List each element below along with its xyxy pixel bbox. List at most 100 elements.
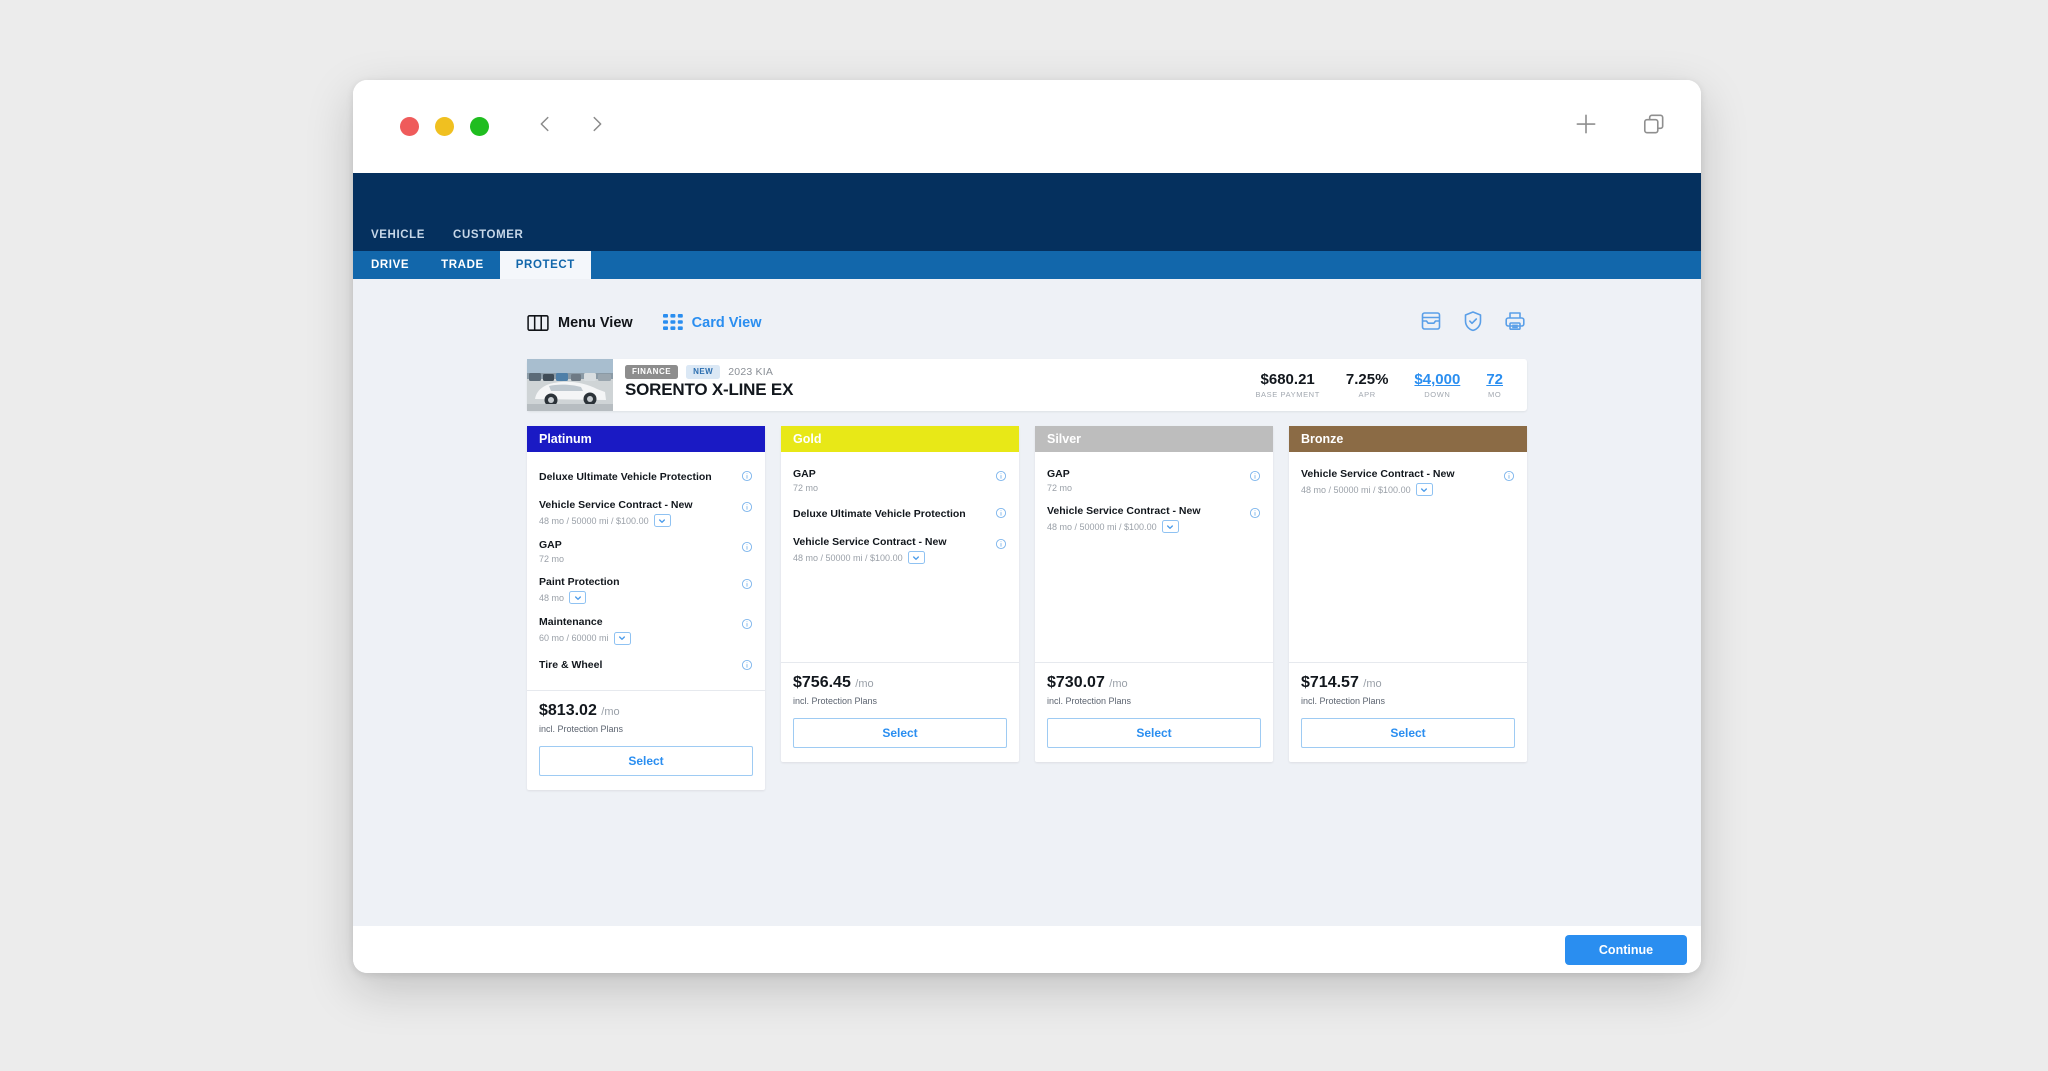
plan-item-terms: 72 mo bbox=[793, 483, 987, 493]
info-icon[interactable] bbox=[1503, 470, 1515, 482]
plan-price-value: $813.02 bbox=[539, 701, 597, 719]
plan-item-terms-text: 72 mo bbox=[1047, 483, 1073, 494]
plan-select-button[interactable]: Select bbox=[1047, 718, 1261, 748]
secondary-tabs: DRIVE TRADE PROTECT bbox=[353, 251, 1701, 279]
plan-term-dropdown[interactable] bbox=[1415, 483, 1433, 497]
card-view-toggle[interactable]: Card View bbox=[662, 314, 762, 332]
continue-button[interactable]: Continue bbox=[1565, 934, 1687, 965]
info-icon[interactable] bbox=[741, 618, 753, 630]
plan-item-info-button[interactable] bbox=[995, 505, 1007, 524]
info-icon[interactable] bbox=[995, 507, 1007, 519]
plan-term-dropdown[interactable] bbox=[569, 591, 587, 605]
plan-item-info-button[interactable] bbox=[995, 536, 1007, 555]
primary-tabs: VEHICLE CUSTOMER bbox=[353, 225, 537, 245]
show-tabs-button[interactable] bbox=[1641, 111, 1667, 142]
plan-item-terms: 72 mo bbox=[539, 554, 733, 564]
vehicle-year-make: 2023 KIA bbox=[728, 365, 774, 378]
plan-term-dropdown[interactable] bbox=[907, 551, 925, 565]
new-tab-button[interactable] bbox=[1573, 111, 1599, 142]
plan-item-info-button[interactable] bbox=[1249, 468, 1261, 487]
tab-customer[interactable]: CUSTOMER bbox=[439, 225, 537, 245]
plan-item-text: Tire & Wheel bbox=[539, 659, 741, 672]
plan-item-terms: 48 mo bbox=[539, 591, 733, 605]
plan-item-text: Vehicle Service Contract - New 48 mo / 50… bbox=[1301, 468, 1503, 497]
plan-price-note: incl. Protection Plans bbox=[539, 723, 624, 734]
window-controls bbox=[400, 117, 489, 136]
plan-select-button[interactable]: Select bbox=[539, 745, 753, 776]
page-content: Menu View Card View FINANCE NEW 2023 KIA… bbox=[353, 279, 1701, 926]
plan-item-info-button[interactable] bbox=[741, 657, 753, 676]
info-icon[interactable] bbox=[741, 659, 753, 671]
plan-item-info-button[interactable] bbox=[995, 468, 1007, 487]
plan-price-value: $714.57 bbox=[1301, 674, 1359, 691]
plan-item-title: Deluxe Ultimate Vehicle Protection bbox=[539, 470, 712, 483]
plan-item: Deluxe Ultimate Vehicle Protection bbox=[793, 499, 1007, 530]
down-value[interactable]: $4,000 bbox=[1414, 371, 1460, 388]
menu-view-toggle[interactable]: Menu View bbox=[527, 314, 633, 332]
plan-item-title: Tire & Wheel bbox=[539, 659, 603, 672]
info-icon[interactable] bbox=[741, 470, 753, 482]
plan-item-text: Deluxe Ultimate Vehicle Protection bbox=[793, 508, 995, 521]
plan-card-gold: Gold GAP 72 mo Deluxe Ultimate Vehicle Prot… bbox=[781, 426, 1019, 762]
close-window-button[interactable] bbox=[400, 117, 419, 136]
info-icon[interactable] bbox=[995, 470, 1007, 482]
plan-term-dropdown[interactable] bbox=[613, 631, 631, 645]
plan-item-terms-text: 72 mo bbox=[539, 554, 565, 565]
plan-item: Vehicle Service Contract - New 48 mo / 50… bbox=[1047, 499, 1261, 539]
plan-item-title: Vehicle Service Contract - New bbox=[793, 536, 947, 549]
apr-label: APR bbox=[1358, 390, 1376, 399]
term-value[interactable]: 72 bbox=[1486, 371, 1503, 388]
info-icon[interactable] bbox=[741, 501, 753, 513]
plan-item-info-button[interactable] bbox=[741, 576, 753, 595]
print-button[interactable] bbox=[1503, 309, 1527, 338]
vehicle-summary-bar: FINANCE NEW 2023 KIA SORENTO X-LINE EX $… bbox=[527, 359, 1527, 411]
stat-down[interactable]: $4,000 DOWN bbox=[1414, 371, 1460, 399]
plan-item-terms-text: 48 mo / 50000 mi / $100.00 bbox=[1047, 521, 1157, 532]
plan-item-info-button[interactable] bbox=[1503, 468, 1515, 487]
plan-term-dropdown[interactable] bbox=[653, 514, 671, 528]
plan-item-info-button[interactable] bbox=[741, 539, 753, 558]
minimize-window-button[interactable] bbox=[435, 117, 454, 136]
plan-item-info-button[interactable] bbox=[741, 499, 753, 518]
back-button[interactable] bbox=[534, 113, 556, 140]
plan-item-info-button[interactable] bbox=[1249, 505, 1261, 524]
plan-item: Vehicle Service Contract - New 48 mo / 50… bbox=[1301, 462, 1515, 502]
card-view-label: Card View bbox=[691, 315, 762, 331]
plus-icon bbox=[1576, 114, 1596, 134]
info-icon[interactable] bbox=[741, 578, 753, 590]
plan-item-title: Vehicle Service Contract - New bbox=[1047, 505, 1201, 518]
deal-stats: $680.21 BASE PAYMENT 7.25% APR $4,000 DO… bbox=[1255, 359, 1527, 411]
plan-price-period: /mo bbox=[855, 678, 874, 690]
condition-badge: NEW bbox=[686, 364, 721, 379]
info-icon[interactable] bbox=[741, 541, 753, 553]
stat-term[interactable]: 72 MO bbox=[1486, 371, 1503, 399]
maximize-window-button[interactable] bbox=[470, 117, 489, 136]
printer-icon bbox=[1505, 311, 1525, 330]
tab-protect[interactable]: PROTECT bbox=[499, 251, 591, 279]
plan-price: $730.07 /mo bbox=[1047, 674, 1261, 692]
tab-trade[interactable]: TRADE bbox=[425, 251, 500, 279]
plan-item-info-button[interactable] bbox=[741, 468, 753, 487]
plan-term-dropdown[interactable] bbox=[1161, 520, 1179, 534]
warranty-button[interactable] bbox=[1461, 309, 1485, 338]
plan-item-info-button[interactable] bbox=[741, 616, 753, 635]
plan-select-button[interactable]: Select bbox=[793, 718, 1007, 748]
stat-apr: 7.25% APR bbox=[1346, 371, 1389, 399]
plan-card-platinum: Platinum Deluxe Ultimate Vehicle Protecti… bbox=[527, 426, 765, 790]
plan-select-button[interactable]: Select bbox=[1301, 718, 1515, 748]
inbox-icon bbox=[1421, 311, 1441, 330]
plan-footer: $813.02 /mo incl. Protection Plans Select bbox=[527, 689, 765, 790]
tab-drive[interactable]: DRIVE bbox=[353, 251, 425, 279]
info-icon[interactable] bbox=[1249, 470, 1261, 482]
inbox-button[interactable] bbox=[1419, 309, 1443, 338]
plan-price: $756.45 /mo bbox=[793, 674, 1007, 692]
plan-item: GAP 72 mo bbox=[793, 462, 1007, 499]
forward-button[interactable] bbox=[586, 113, 608, 140]
app-header: VEHICLE CUSTOMER bbox=[353, 173, 1701, 251]
tab-vehicle[interactable]: VEHICLE bbox=[353, 225, 439, 245]
plan-item-terms: 48 mo / 50000 mi / $100.00 bbox=[1301, 483, 1495, 497]
info-icon[interactable] bbox=[1249, 507, 1261, 519]
plan-item-text: Maintenance 60 mo / 60000 mi bbox=[539, 616, 741, 645]
plan-item-title: GAP bbox=[1047, 468, 1070, 480]
info-icon[interactable] bbox=[995, 538, 1007, 550]
